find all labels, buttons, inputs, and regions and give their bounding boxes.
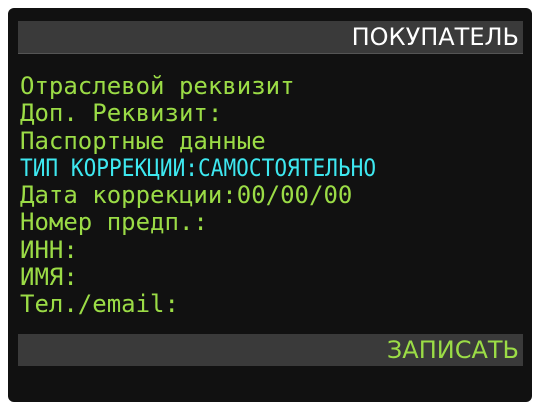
- menu-item-extra-requisite[interactable]: Доп. Реквизит:: [20, 100, 530, 127]
- correction-date-value: 00/00/00: [236, 182, 353, 210]
- menu-item-inn[interactable]: ИНН:: [20, 237, 530, 264]
- menu-item-label: ИМЯ:: [20, 264, 78, 292]
- screen-title: ПОКУПАТЕЛЬ: [351, 23, 519, 51]
- header-bar: ПОКУПАТЕЛЬ: [18, 21, 523, 54]
- menu-item-industry-requisite[interactable]: Отраслевой реквизит: [20, 73, 530, 100]
- menu-item-label: Паспортные данные: [20, 127, 266, 155]
- terminal-screen: ПОКУПАТЕЛЬ Отраслевой реквизит Доп. Рекв…: [8, 8, 532, 402]
- menu-item-label: Номер предп.:: [20, 209, 208, 237]
- menu-item-label: ТИП КОРРЕКЦИИ:: [20, 154, 199, 182]
- field-list: Отраслевой реквизит Доп. Реквизит: Паспо…: [20, 73, 530, 319]
- menu-item-label: Тел./email:: [20, 291, 179, 319]
- menu-item-label: Дата коррекции:: [20, 182, 237, 210]
- menu-item-correction-date[interactable]: Дата коррекции:00/00/00: [20, 182, 530, 209]
- menu-item-name[interactable]: ИМЯ:: [20, 264, 530, 291]
- menu-item-label: ИНН:: [20, 236, 78, 264]
- menu-item-receipt-number[interactable]: Номер предп.:: [20, 209, 530, 236]
- menu-item-label: Отраслевой реквизит: [20, 73, 295, 100]
- device-frame: ПОКУПАТЕЛЬ Отраслевой реквизит Доп. Рекв…: [0, 0, 540, 409]
- save-button[interactable]: ЗАПИСАТЬ: [387, 334, 519, 366]
- footer-bar: ЗАПИСАТЬ: [18, 334, 523, 366]
- correction-type-value: САМОСТОЯТЕЛЬНО: [198, 154, 377, 182]
- menu-item-label: Доп. Реквизит:: [20, 100, 223, 128]
- menu-item-correction-type-selected[interactable]: ТИП КОРРЕКЦИИ:САМОСТОЯТЕЛЬНО: [20, 155, 469, 182]
- menu-item-phone-email[interactable]: Тел./email:: [20, 291, 530, 318]
- menu-item-passport-data[interactable]: Паспортные данные: [20, 128, 530, 155]
